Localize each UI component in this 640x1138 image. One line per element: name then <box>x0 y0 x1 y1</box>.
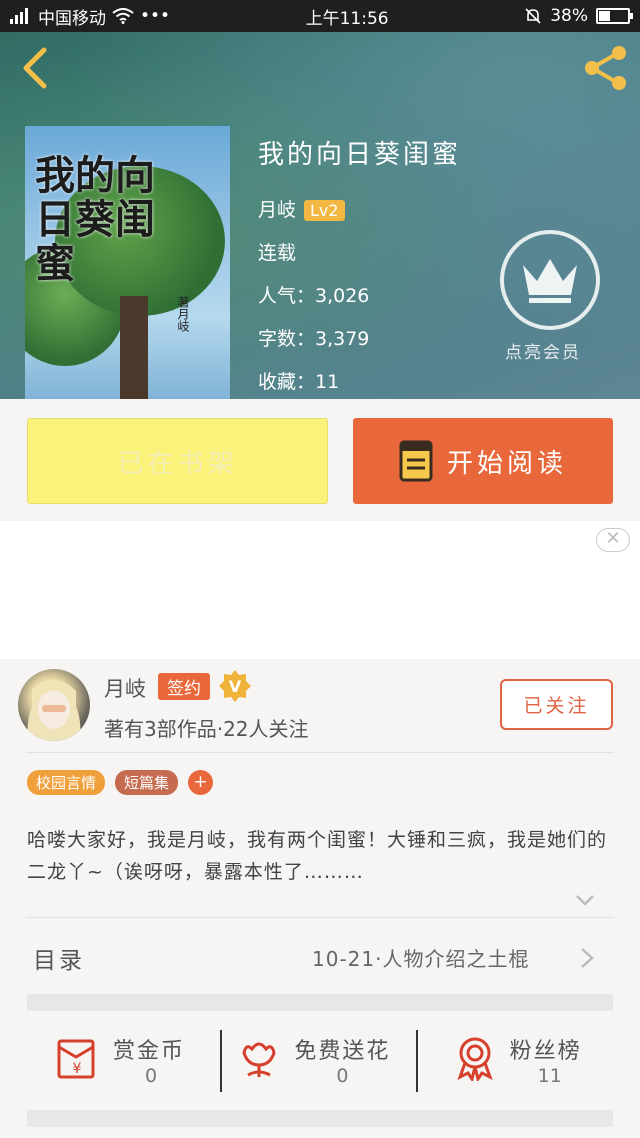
author-stats: 著有3部作品·22人关注 <box>104 717 309 741</box>
svg-text:¥: ¥ <box>73 1061 82 1077</box>
tag-item[interactable]: 校园言情 <box>27 770 106 795</box>
share-button[interactable] <box>580 42 632 94</box>
avatar[interactable] <box>18 669 90 741</box>
book-cover[interactable]: 我的向日葵闺蜜 著月岐 <box>25 126 230 399</box>
mute-bell-icon <box>525 8 541 24</box>
expand-intro-button[interactable] <box>574 890 596 910</box>
verified-v-icon: V <box>218 669 252 703</box>
fan-ranking-count: 11 <box>537 1065 562 1087</box>
divider <box>26 917 614 918</box>
send-flower-label: 免费送花 <box>294 1039 391 1064</box>
chevron-left-icon <box>23 47 47 89</box>
divider <box>26 752 614 753</box>
fan-ranking-label: 粉丝榜 <box>509 1039 582 1064</box>
book-info: 我的向日葵闺蜜 月岐 Lv2 连载 人气：3,026 字数：3,379 收藏：11 <box>258 134 461 394</box>
carrier-label: 中国移动 <box>38 8 106 29</box>
reward-coins-label: 赏金币 <box>113 1039 186 1064</box>
vip-label: 点亮会员 <box>505 343 581 363</box>
more-dots: ••• <box>140 6 171 26</box>
flower-icon <box>242 1042 276 1077</box>
start-reading-button[interactable]: 开始阅读 <box>353 418 613 504</box>
toc-label: 目录 <box>33 948 85 974</box>
battery-icon <box>596 8 633 24</box>
send-flower-count: 0 <box>336 1065 349 1087</box>
money-envelope-icon: ¥ <box>57 1039 95 1079</box>
ad-close-button[interactable]: ✕ <box>596 528 630 552</box>
section-separator <box>27 1110 613 1127</box>
tag-list: 校园言情 短篇集 + <box>27 770 214 795</box>
share-icon <box>585 46 626 90</box>
status-bar: 中国移动 ••• 上午11:56 38% <box>0 0 640 32</box>
svg-text:V: V <box>229 677 242 696</box>
divider <box>220 1030 222 1092</box>
ad-banner[interactable] <box>0 521 640 659</box>
bookshelf-button[interactable]: 已在书架 <box>27 418 328 504</box>
cover-author: 著月岐 <box>176 296 190 332</box>
chevron-down-icon <box>576 895 594 906</box>
book-favorites: 收藏：11 <box>258 371 340 393</box>
follow-button[interactable]: 已关注 <box>500 679 613 730</box>
latest-chapter: 10-21·人物介绍之土棍 <box>312 947 530 971</box>
fan-ranking-button[interactable]: 粉丝榜 11 <box>418 1011 613 1110</box>
table-of-contents-row[interactable]: 目录 10-21·人物介绍之土棍 <box>0 930 640 986</box>
chevron-right-icon <box>581 948 594 968</box>
book-popularity: 人气：3,026 <box>258 285 370 307</box>
start-reading-label: 开始阅读 <box>446 448 567 479</box>
signed-badge: 签约 <box>158 673 210 700</box>
author-name[interactable]: 月岐 <box>104 673 146 703</box>
send-flower-button[interactable]: 免费送花 0 <box>222 1011 417 1110</box>
clock: 上午11:56 <box>305 8 389 29</box>
support-actions: ¥ 赏金币 0 免费送花 0 粉丝榜 11 <box>27 1011 613 1110</box>
book-detail-screen: 中国移动 ••• 上午11:56 38% 我的向日葵闺蜜 著月岐 我的向日葵闺蜜… <box>0 0 640 1138</box>
medal-icon <box>456 1037 493 1081</box>
crown-icon <box>523 259 577 303</box>
level-badge: Lv2 <box>304 200 345 221</box>
wifi-icon <box>112 8 134 24</box>
reward-coins-count: 0 <box>145 1065 158 1087</box>
back-button[interactable] <box>18 44 58 92</box>
add-tag-button[interactable]: + <box>188 770 214 795</box>
battery-percent: 38% <box>550 6 588 26</box>
divider <box>416 1030 418 1092</box>
book-icon <box>399 440 433 482</box>
book-intro[interactable]: 哈喽大家好，我是月岐，我有两个闺蜜！大锤和三疯，我是她们的二龙丫~（诶呀呀，暴露… <box>27 824 612 888</box>
tag-item[interactable]: 短篇集 <box>115 770 179 795</box>
reward-coins-button[interactable]: ¥ 赏金币 0 <box>27 1011 222 1110</box>
book-title: 我的向日葵闺蜜 <box>258 140 462 170</box>
book-author[interactable]: 月岐 <box>258 199 296 221</box>
vip-button[interactable] <box>500 230 600 330</box>
signal-icon <box>10 8 32 24</box>
book-state: 连载 <box>258 242 297 264</box>
section-separator <box>27 994 613 1011</box>
book-word-count: 字数：3,379 <box>258 328 370 350</box>
cover-title: 我的向日葵闺蜜 <box>35 152 155 287</box>
